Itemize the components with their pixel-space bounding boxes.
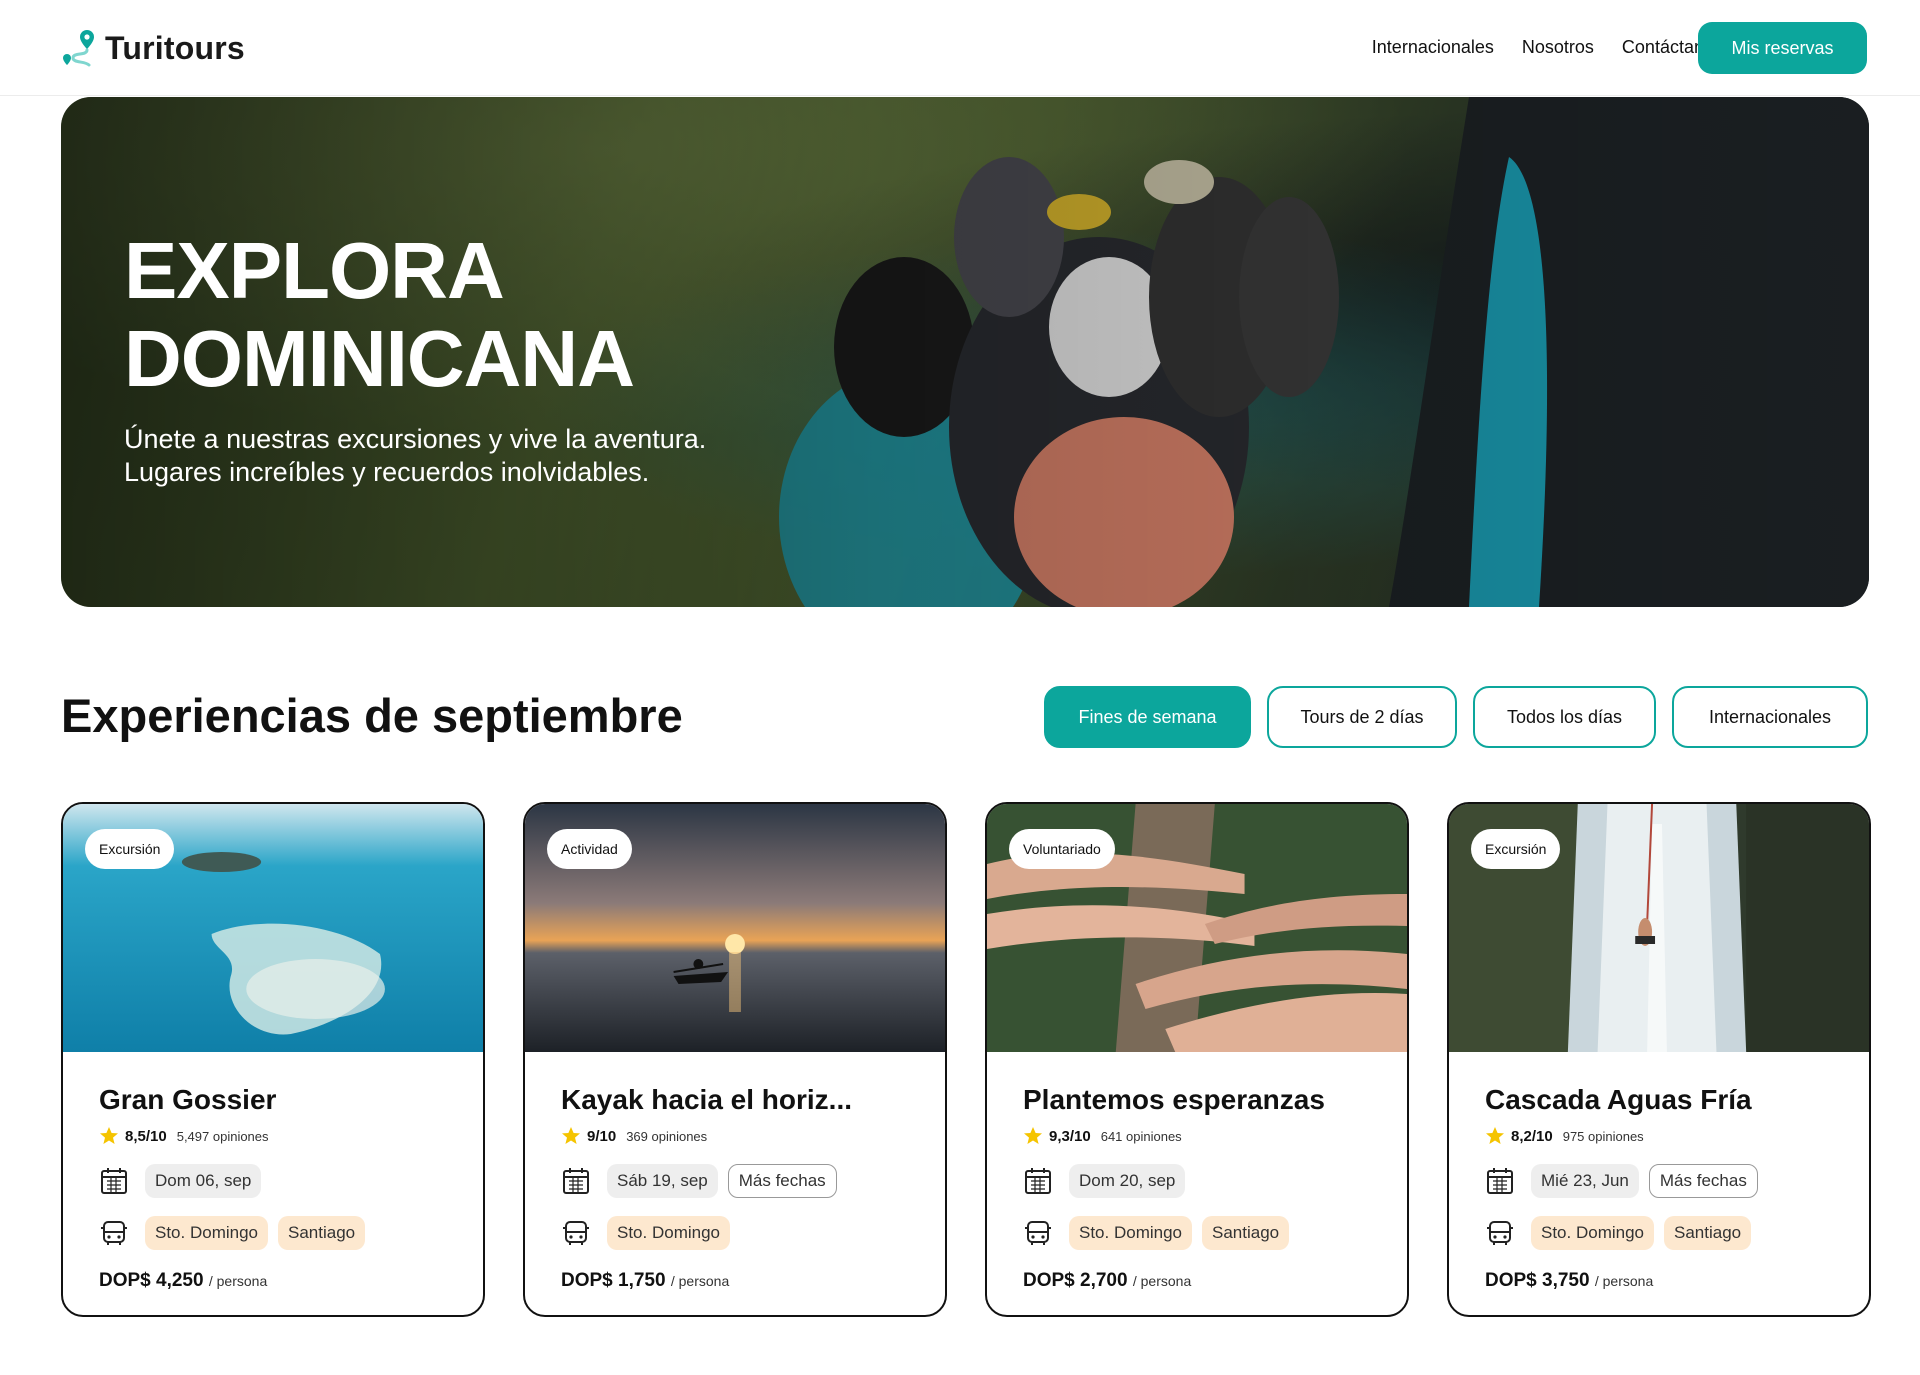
rating: 9/10 369 opiniones <box>561 1126 925 1146</box>
review-count: 5,497 opiniones <box>176 1128 269 1144</box>
location-chip[interactable]: Sto. Domingo <box>607 1216 730 1250</box>
nav-link-internacionales[interactable]: Internacionales <box>1372 37 1494 58</box>
price: DOP$ 3,750 / persona <box>1485 1270 1849 1292</box>
nav-link-nosotros[interactable]: Nosotros <box>1522 37 1594 58</box>
filter-fines-de-semana[interactable]: Fines de semana <box>1044 686 1251 748</box>
filter-tabs: Fines de semana Tours de 2 días Todos lo… <box>1044 686 1868 748</box>
experience-cards: Excursión Gran Gossier 8,5/10 5,497 opin… <box>61 802 1871 1317</box>
filter-todos-los-dias[interactable]: Todos los días <box>1473 686 1656 748</box>
price: DOP$ 1,750 / persona <box>561 1270 925 1292</box>
location-chip[interactable]: Sto. Domingo <box>1531 1216 1654 1250</box>
mis-reservas-button[interactable]: Mis reservas <box>1698 22 1867 74</box>
calendar-icon <box>1025 1168 1051 1194</box>
location-chip[interactable]: Sto. Domingo <box>145 1216 268 1250</box>
card-title[interactable]: Cascada Aguas Fría <box>1485 1084 1849 1116</box>
price-amount: DOP$ 1,750 <box>561 1270 666 1291</box>
date-chip[interactable]: Mié 23, Jun <box>1531 1164 1639 1198</box>
rating-score: 9,3/10 <box>1049 1127 1091 1145</box>
logo-text: Turitours <box>105 29 245 66</box>
filter-internacionales[interactable]: Internacionales <box>1672 686 1868 748</box>
location-chip[interactable]: Santiago <box>1202 1216 1290 1250</box>
experience-card[interactable]: Voluntariado Plantemos esperanzas 9,3/10… <box>985 802 1409 1317</box>
bus-icon <box>1487 1221 1513 1245</box>
bus-icon <box>101 1221 127 1245</box>
price-unit: / persona <box>1594 1273 1654 1289</box>
more-dates-chip[interactable]: Más fechas <box>727 1164 837 1198</box>
bus-icon <box>1025 1221 1051 1245</box>
review-count: 975 opiniones <box>1562 1128 1644 1144</box>
price-amount: DOP$ 2,700 <box>1023 1270 1128 1291</box>
price-amount: DOP$ 3,750 <box>1485 1270 1590 1291</box>
calendar-icon <box>563 1168 589 1194</box>
map-pin-route-icon <box>63 30 94 67</box>
departure-row: Sto. Domingo <box>561 1216 925 1250</box>
calendar-icon <box>1487 1168 1513 1194</box>
site-header: Turitours Internacionales Nosotros Contá… <box>0 0 1920 96</box>
category-tag: Actividad <box>547 829 632 869</box>
location-chip[interactable]: Sto. Domingo <box>1069 1216 1192 1250</box>
calendar-icon <box>101 1168 127 1194</box>
section-title: Experiencias de septiembre <box>61 689 683 742</box>
logo[interactable]: Turitours <box>61 28 245 68</box>
hero-title: EXPLORA DOMINICANA <box>124 226 635 403</box>
date-chip[interactable]: Dom 20, sep <box>1069 1164 1186 1198</box>
rating: 8,5/10 5,497 opiniones <box>99 1126 463 1146</box>
location-chip[interactable]: Santiago <box>278 1216 366 1250</box>
hero-subtitle: Únete a nuestras excursiones y vive la a… <box>124 424 707 487</box>
experience-card[interactable]: Excursión Cascada Aguas Fría 8,2/10 975 … <box>1447 802 1871 1317</box>
category-tag: Excursión <box>85 829 175 869</box>
departure-row: Sto. Domingo Santiago <box>99 1216 463 1250</box>
date-chip[interactable]: Dom 06, sep <box>145 1164 262 1198</box>
hero-banner: EXPLORA DOMINICANA Únete a nuestras excu… <box>61 97 1869 607</box>
experience-card[interactable]: Excursión Gran Gossier 8,5/10 5,497 opin… <box>61 802 485 1317</box>
star-icon <box>562 1127 580 1144</box>
dates-row: Dom 20, sep <box>1023 1164 1387 1198</box>
category-tag: Excursión <box>1471 829 1561 869</box>
departure-row: Sto. Domingo Santiago <box>1023 1216 1387 1250</box>
card-title[interactable]: Kayak hacia el horiz... <box>561 1084 925 1116</box>
rating-score: 8,5/10 <box>125 1127 167 1145</box>
star-icon <box>100 1127 118 1144</box>
price-unit: / persona <box>1132 1273 1192 1289</box>
card-title[interactable]: Plantemos esperanzas <box>1023 1084 1387 1116</box>
more-dates-chip[interactable]: Más fechas <box>1648 1164 1758 1198</box>
star-icon <box>1486 1127 1504 1144</box>
star-icon <box>1024 1127 1042 1144</box>
dates-row: Sáb 19, sep Más fechas <box>561 1164 925 1198</box>
dates-row: Dom 06, sep <box>99 1164 463 1198</box>
review-count: 369 opiniones <box>626 1128 708 1144</box>
rating: 8,2/10 975 opiniones <box>1485 1126 1849 1146</box>
price-unit: / persona <box>670 1273 730 1289</box>
filter-tours-2-dias[interactable]: Tours de 2 días <box>1267 686 1457 748</box>
rating: 9,3/10 641 opiniones <box>1023 1126 1387 1146</box>
price-unit: / persona <box>208 1273 268 1289</box>
experience-card[interactable]: Actividad Kayak hacia el horiz... 9/10 3… <box>523 802 947 1317</box>
category-tag: Voluntariado <box>1009 829 1115 869</box>
departure-row: Sto. Domingo Santiago <box>1485 1216 1849 1250</box>
review-count: 641 opiniones <box>1100 1128 1182 1144</box>
price-amount: DOP$ 4,250 <box>99 1270 204 1291</box>
price: DOP$ 4,250 / persona <box>99 1270 463 1292</box>
dates-row: Mié 23, Jun Más fechas <box>1485 1164 1849 1198</box>
price: DOP$ 2,700 / persona <box>1023 1270 1387 1292</box>
rating-score: 8,2/10 <box>1511 1127 1553 1145</box>
rating-score: 9/10 <box>587 1127 617 1145</box>
main-nav: Internacionales Nosotros Contáctanos <box>1372 37 1723 58</box>
card-title[interactable]: Gran Gossier <box>99 1084 463 1116</box>
bus-icon <box>563 1221 589 1245</box>
location-chip[interactable]: Santiago <box>1664 1216 1752 1250</box>
date-chip[interactable]: Sáb 19, sep <box>607 1164 718 1198</box>
